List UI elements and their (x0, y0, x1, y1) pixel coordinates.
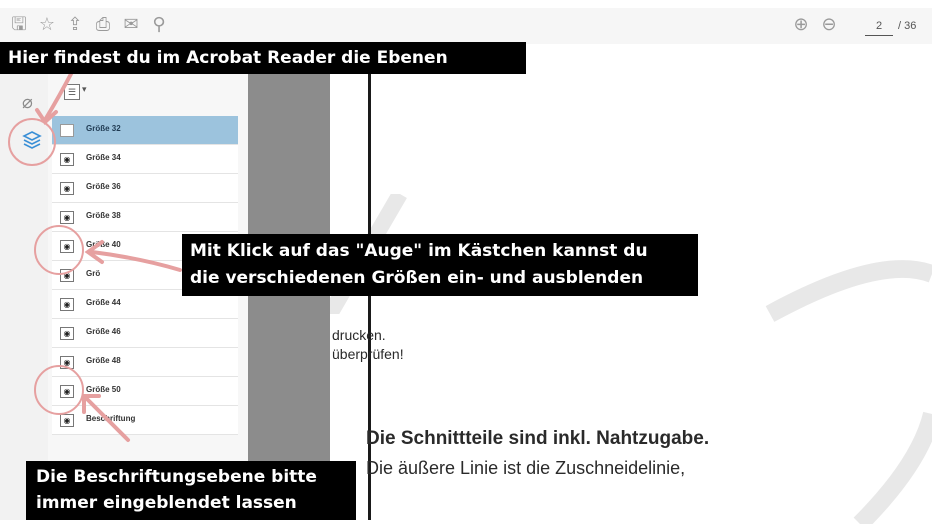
callout-bottom-line1: Die Beschriftungsebene bitte (36, 467, 317, 487)
callout-middle-line2: die verschiedenen Größen ein- und ausble… (190, 268, 644, 288)
callout-top: Hier findest du im Acrobat Reader die Eb… (0, 42, 526, 74)
callout-bottom-line2: immer eingeblendet lassen (36, 493, 297, 513)
callout-middle-line1: Mit Klick auf das "Auge" im Kästchen kan… (190, 241, 648, 261)
callout-bottom: Die Beschriftungsebene bitte immer einge… (26, 461, 356, 520)
callout-middle: Mit Klick auf das "Auge" im Kästchen kan… (182, 234, 698, 296)
